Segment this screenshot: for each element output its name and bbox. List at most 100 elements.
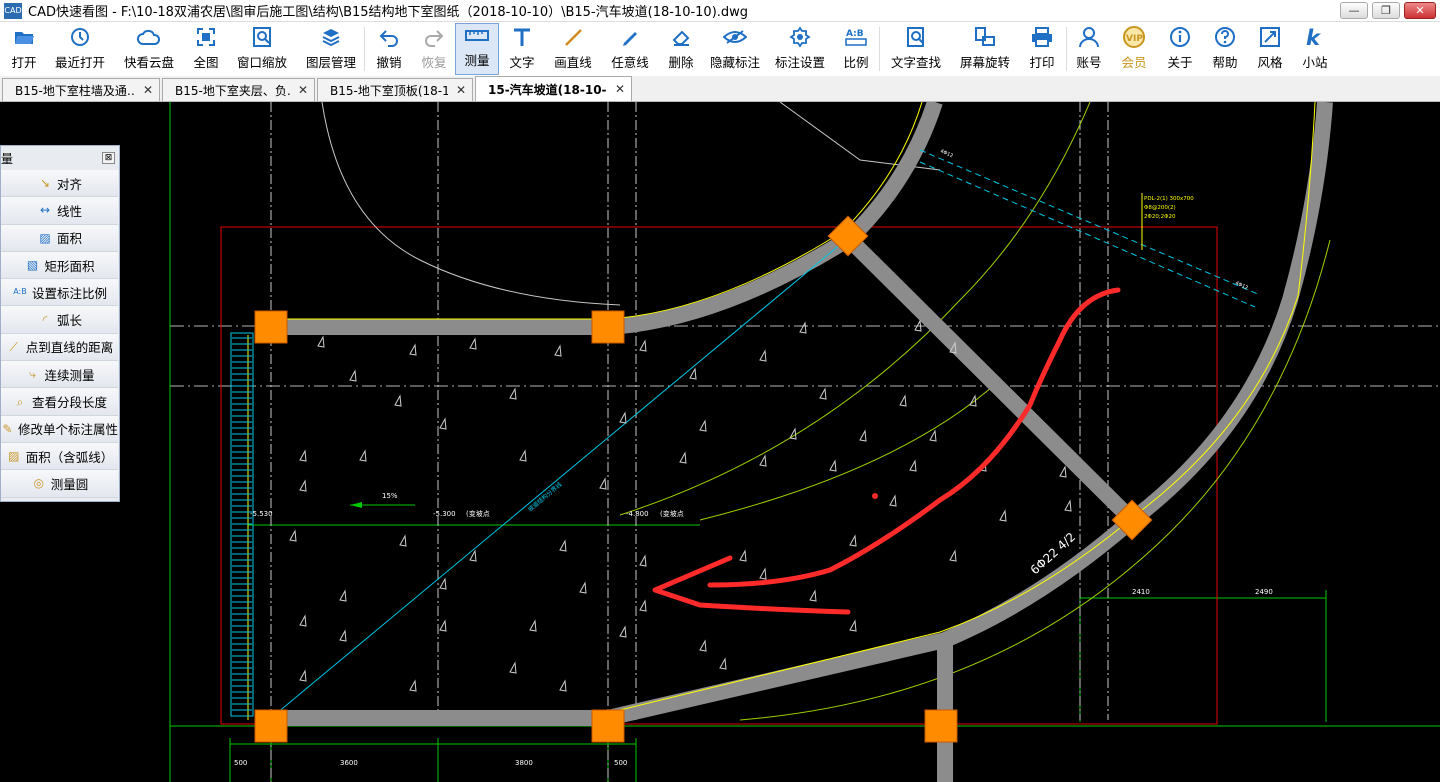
hatch-triangle [639,339,647,352]
text-search-button[interactable]: 文字查找 [880,22,952,76]
scale-button[interactable]: A:B 比例 [833,22,879,76]
hatch-triangle [759,567,767,580]
dashed-axis-lines [270,102,1109,782]
beam-note: PDL-2(1) 300x700 Φ8@200(2) 2Φ20;2Φ20 [1141,193,1194,250]
site-button[interactable]: k 小站 [1293,22,1337,76]
fullview-icon [194,26,218,48]
hatch-triangle [619,411,627,424]
hatch-triangle [599,477,607,490]
tab-close-icon[interactable]: ✕ [143,83,153,97]
redo-button[interactable]: 恢复 [413,22,455,76]
rect-area-icon: ▧ [26,258,39,273]
measure-button[interactable]: 测量 [455,23,499,75]
style-button[interactable]: 风格 [1247,22,1293,76]
cloud-button[interactable]: 快看云盘 [112,22,186,76]
hide-annotation-button[interactable]: 隐藏标注 [703,22,767,76]
hatch-triangle [439,619,447,632]
hatch-triangle [299,479,307,492]
area-icon: ▨ [39,230,51,245]
undo-button[interactable]: 撤销 [365,22,413,76]
measure-area-button[interactable]: ▨ 面积 [1,224,118,252]
measure-panel-header: 量 ⊠ [1,146,119,170]
elevation-left: -5.530 [250,510,273,518]
measure-continuous-button[interactable]: ⤷ 连续测量 [1,361,118,389]
text-button[interactable]: 文字 [499,22,545,76]
delete-button[interactable]: 删除 [659,22,703,76]
measure-align-button[interactable]: ↘ 对齐 [1,170,118,198]
measure-arc-length-button[interactable]: ◜ 弧长 [1,306,118,334]
toolbar-label-annotation-settings: 标注设置 [774,55,825,70]
measure-point-line-button[interactable]: ⟋ 点到直线的距离 [1,333,118,362]
measure-segment-button[interactable]: ⌕ 查看分段长度 [1,388,118,416]
account-button[interactable]: 账号 [1067,22,1111,76]
toolbar-label-delete: 删除 [668,55,694,70]
recent-button[interactable]: 最近打开 [48,22,112,76]
help-button[interactable]: 帮助 [1203,22,1247,76]
close-button[interactable]: ✕ [1404,2,1436,19]
hatch-triangle [819,387,827,400]
hatch-triangle [559,679,567,692]
tab-close-icon[interactable]: ✕ [298,83,308,97]
rotate-screen-button[interactable]: 屏幕旋转 [952,22,1018,76]
svg-text:k: k [1306,26,1322,48]
hatch-triangle [509,661,517,674]
beam-note-1: PDL-2(1) 300x700 [1144,196,1194,202]
dim-2490: 2490 [1255,588,1273,596]
window-zoom-button[interactable]: 窗口缩放 [226,22,298,76]
restore-button[interactable]: ❐ [1372,2,1400,19]
linear-measure-icon: ↔ [39,203,51,218]
rotate-screen-icon [973,26,997,48]
hatch-triangle [579,581,587,594]
tab-document-4-active[interactable]: 15-汽车坡道(18-10-1( ✕ [475,76,632,101]
about-button[interactable]: 关于 [1157,22,1203,76]
minimize-button[interactable]: — [1340,2,1368,19]
cad-drawing[interactable]: 15% -5.300 (变坡点 -4.800 (变坡点 -5.530 500 3… [0,102,1440,782]
fullview-button[interactable]: 全图 [186,22,226,76]
segment-length-icon: ⌕ [16,394,24,409]
slope-arrow-head [350,502,362,508]
tab-close-icon[interactable]: ✕ [456,83,466,97]
drawing-canvas[interactable]: 15% -5.300 (变坡点 -4.800 (变坡点 -5.530 500 3… [0,102,1440,782]
open-button[interactable]: 打开 [0,22,48,76]
hatch-triangle [759,349,767,362]
freehand-button[interactable]: 任意线 [601,22,659,76]
hatch-triangle [849,534,857,547]
slope-label: 15% [382,492,398,500]
panel-close-icon[interactable]: ⊠ [102,152,115,164]
tab-document-1[interactable]: B15-地下室柱墙及通… ✕ [2,78,160,101]
hatch-triangle [409,679,417,692]
measure-linear-button[interactable]: ↔ 线性 [1,197,118,225]
hatch-triangle [699,419,707,432]
layers-button[interactable]: 图层管理 [298,22,364,76]
title-bar: CAD CAD快速看图 - F:\10-18双浦农居\图审后施工图\结构\B15… [0,0,1440,22]
annotation-settings-button[interactable]: 标注设置 [767,22,833,76]
toolbar-label-window-zoom: 窗口缩放 [236,55,287,70]
measure-scale-setting-button[interactable]: A:B 设置标注比例 [1,279,118,307]
tab-close-icon[interactable]: ✕ [615,82,625,96]
hatch-triangle [299,449,307,462]
column [591,310,625,344]
tab-document-2[interactable]: B15-地下室夹层、负… ✕ [162,78,315,101]
hatch-triangle [409,343,417,356]
hatch-triangle [439,577,447,590]
panel-label: 连续测量 [44,367,95,383]
toolbar-label-undo: 撤销 [376,55,402,70]
measure-circle-button[interactable]: ◎ 测量圆 [1,470,118,498]
column [924,709,958,743]
hatch-triangle [759,454,767,467]
hatch-triangle [689,367,697,380]
measure-rect-area-button[interactable]: ▧ 矩形面积 [1,251,118,280]
print-button[interactable]: 打印 [1018,22,1066,76]
toolbar-label-hide: 隐藏标注 [709,55,760,70]
beam-note-3: 2Φ20;2Φ20 [1144,214,1176,220]
column [591,709,625,743]
draw-line-button[interactable]: 画直线 [545,22,601,76]
elevation-1: -5.300 [433,510,456,518]
measure-arc-area-button[interactable]: ▨ 面积（含弧线） [1,442,118,471]
wall-edges [247,102,1316,720]
tab-document-3[interactable]: B15-地下室顶板(18-1… ✕ [317,78,473,101]
hatch-triangle [339,629,347,642]
toolbar-label-account: 账号 [1076,55,1102,70]
measure-edit-annotation-button[interactable]: ✎ 修改单个标注属性 [1,415,118,443]
vip-button[interactable]: VIP 会员 [1111,22,1157,76]
